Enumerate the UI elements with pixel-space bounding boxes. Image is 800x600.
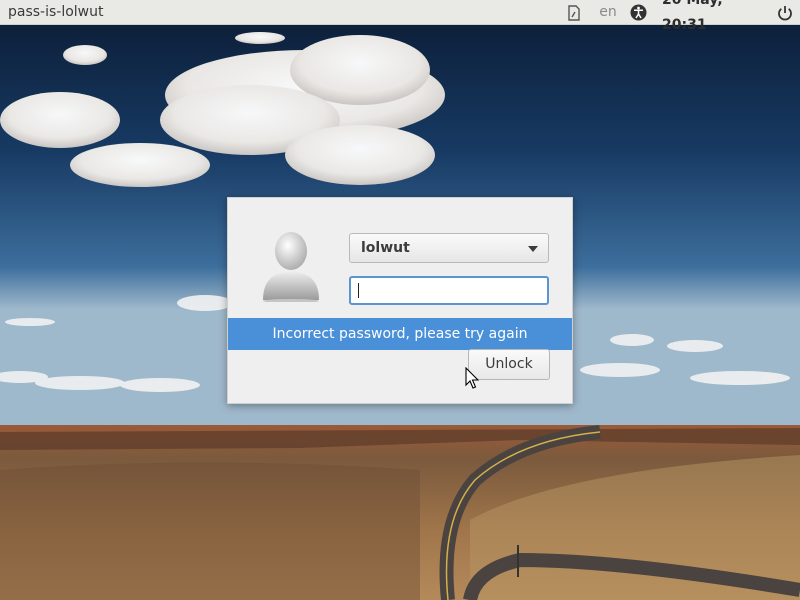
mouse-pointer-icon [465,367,479,389]
power-icon[interactable] [776,0,794,25]
hostname-label: pass-is-lolwut [8,4,104,20]
unlock-button[interactable]: Unlock [468,349,550,380]
accessibility-icon[interactable] [629,0,647,25]
top-panel: pass-is-lolwut en 20 May, 20:31 [0,0,800,33]
password-field[interactable] [349,276,549,305]
clock[interactable]: 20 May, 20:31 [662,0,762,33]
chevron-down-icon [528,246,538,252]
unlock-dialog: lolwut Incorrect password, please try ag… [227,197,573,404]
error-message: Incorrect password, please try again [228,318,572,350]
language-indicator[interactable]: en [597,0,619,25]
user-avatar-icon [263,232,319,302]
username-label: lolwut [361,240,410,256]
user-select[interactable]: lolwut [349,233,549,263]
keyboard-layout-icon[interactable] [566,0,582,25]
